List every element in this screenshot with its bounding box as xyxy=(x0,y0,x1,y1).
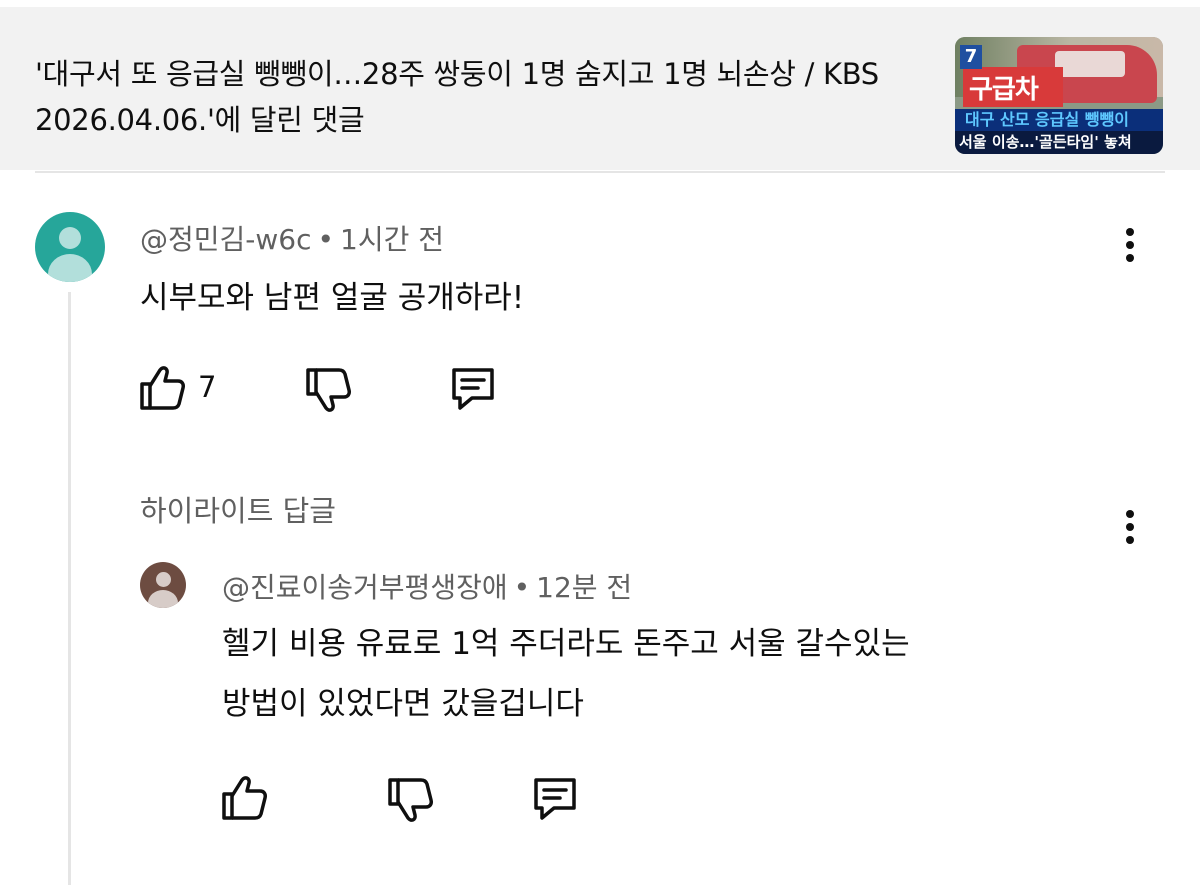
reply-text-line-2: 방법이 있었다면 갔을겁니다 xyxy=(222,686,584,722)
video-header[interactable]: '대구서 또 응급실 뺑뺑이…28주 쌍둥이 1명 숨지고 1명 뇌손상 / K… xyxy=(0,7,1200,170)
video-title[interactable]: '대구서 또 응급실 뺑뺑이…28주 쌍둥이 1명 숨지고 1명 뇌손상 / K… xyxy=(35,51,935,143)
avatar-head xyxy=(156,572,171,587)
avatar[interactable] xyxy=(35,212,105,282)
meta-separator: • xyxy=(317,223,335,256)
reply-meta: @진료이송거부평생장애 • 12분 전 xyxy=(222,566,632,606)
reply-text-line-1: 헬기 비용 유료로 1억 주더라도 돈주고 서울 갈수있는 xyxy=(222,626,910,662)
like-icon[interactable] xyxy=(220,774,270,822)
avatar-body xyxy=(48,254,92,282)
comment-time[interactable]: 1시간 전 xyxy=(340,223,444,256)
dislike-icon[interactable] xyxy=(304,366,354,414)
comment-meta: @정민김-w6c • 1시간 전 xyxy=(140,218,444,258)
like-count: 7 xyxy=(198,370,217,404)
dislike-icon[interactable] xyxy=(386,776,436,824)
reply-icon[interactable] xyxy=(530,776,580,824)
like-icon[interactable] xyxy=(138,364,188,412)
thumbnail-sign-text: 구급차 xyxy=(969,75,1039,105)
avatar-body xyxy=(148,590,178,608)
thumbnail-caption-2: 서울 이송…'골든타임' 놓쳐 xyxy=(955,131,1163,154)
reply-author[interactable]: @진료이송거부평생장애 xyxy=(222,571,508,604)
video-thumbnail[interactable]: 구급차 7 대구 산모 응급실 뺑뺑이 서울 이송…'골든타임' 놓쳐 xyxy=(955,37,1163,154)
reply-icon[interactable] xyxy=(448,366,498,414)
thread-line xyxy=(68,292,71,885)
avatar-head xyxy=(59,227,81,249)
channel-badge: 7 xyxy=(960,45,982,69)
header-divider xyxy=(35,171,1165,173)
reply-time[interactable]: 12분 전 xyxy=(536,571,632,604)
comment-author[interactable]: @정민김-w6c xyxy=(140,223,312,256)
reply-avatar[interactable] xyxy=(140,562,186,608)
more-vert-icon[interactable] xyxy=(1120,510,1140,554)
meta-separator: • xyxy=(513,571,531,604)
thumbnail-caption-1: 대구 산모 응급실 뺑뺑이 xyxy=(955,109,1163,131)
thumbnail-truck-window xyxy=(1055,51,1125,77)
comment-text: 시부모와 남편 얼굴 공개하라! xyxy=(140,280,525,316)
more-vert-icon[interactable] xyxy=(1120,228,1140,272)
thumbnail-red-sign: 구급차 xyxy=(963,67,1063,107)
highlighted-reply-label: 하이라이트 답글 xyxy=(140,494,336,528)
